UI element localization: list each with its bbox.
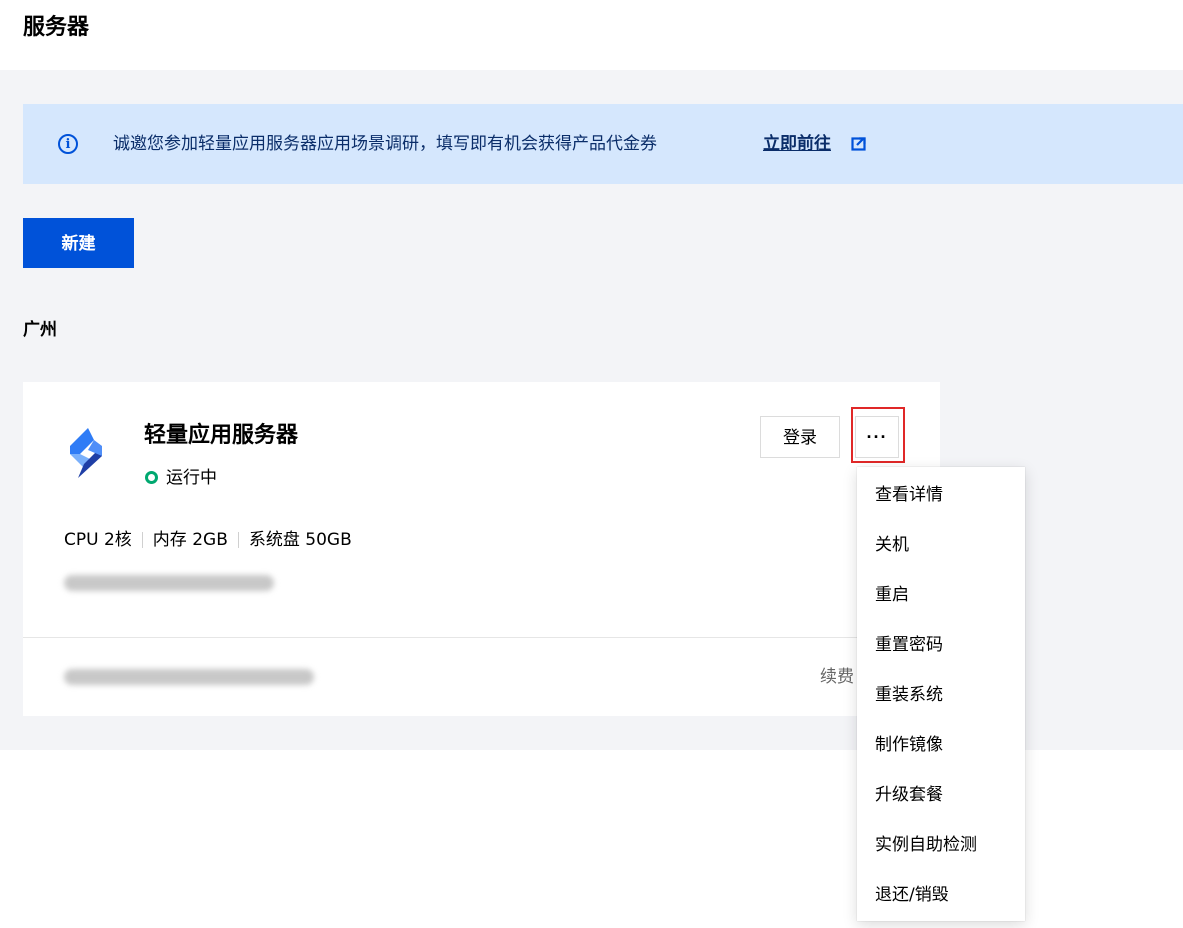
menu-item-create-image[interactable]: 制作镜像 bbox=[875, 733, 943, 757]
redacted-expiry-info bbox=[64, 669, 314, 685]
spec-cpu: CPU 2核 bbox=[64, 530, 132, 550]
notice-text: 诚邀您参加轻量应用服务器应用场景调研，填写即有机会获得产品代金券 bbox=[113, 134, 657, 154]
menu-item-reset-password[interactable]: 重置密码 bbox=[875, 633, 943, 657]
survey-notice-banner: i 诚邀您参加轻量应用服务器应用场景调研，填写即有机会获得产品代金券 立即前往 bbox=[23, 104, 1183, 184]
more-actions-dropdown: 查看详情 关机 重启 重置密码 重装系统 制作镜像 升级套餐 实例自助检测 退还… bbox=[857, 467, 1025, 921]
external-link-icon[interactable] bbox=[851, 137, 866, 151]
spec-memory: 内存 2GB bbox=[152, 530, 228, 550]
spec-separator bbox=[237, 532, 239, 548]
lighthouse-logo-icon bbox=[70, 428, 102, 478]
card-divider bbox=[23, 637, 940, 638]
login-button[interactable]: 登录 bbox=[760, 416, 840, 458]
menu-item-upgrade-plan[interactable]: 升级套餐 bbox=[875, 783, 943, 807]
redacted-ip-address bbox=[64, 575, 274, 591]
new-button[interactable]: 新建 bbox=[23, 218, 134, 268]
menu-item-restart[interactable]: 重启 bbox=[875, 583, 909, 607]
page-header: 服务器 bbox=[0, 0, 1183, 70]
status-dot-icon bbox=[145, 471, 158, 484]
menu-item-view-details[interactable]: 查看详情 bbox=[875, 483, 943, 507]
server-card: 轻量应用服务器 运行中 登录 ··· CPU 2核 内存 2GB 系统盘 50G… bbox=[23, 382, 940, 716]
renew-link[interactable]: 续费 bbox=[820, 665, 854, 689]
spec-separator bbox=[141, 532, 143, 548]
menu-item-return-destroy[interactable]: 退还/销毁 bbox=[875, 883, 949, 907]
menu-item-self-check[interactable]: 实例自助检测 bbox=[875, 833, 977, 857]
page-title: 服务器 bbox=[23, 15, 90, 40]
server-name[interactable]: 轻量应用服务器 bbox=[144, 420, 298, 452]
menu-item-shutdown[interactable]: 关机 bbox=[875, 533, 909, 557]
status-text: 运行中 bbox=[166, 468, 217, 488]
info-icon: i bbox=[58, 134, 78, 154]
region-label: 广州 bbox=[23, 320, 57, 340]
spec-disk: 系统盘 50GB bbox=[248, 530, 352, 550]
notice-link[interactable]: 立即前往 bbox=[763, 132, 831, 156]
spec-row: CPU 2核 内存 2GB 系统盘 50GB bbox=[64, 528, 352, 552]
menu-item-reinstall-system[interactable]: 重装系统 bbox=[875, 683, 943, 707]
highlight-box bbox=[851, 407, 905, 463]
